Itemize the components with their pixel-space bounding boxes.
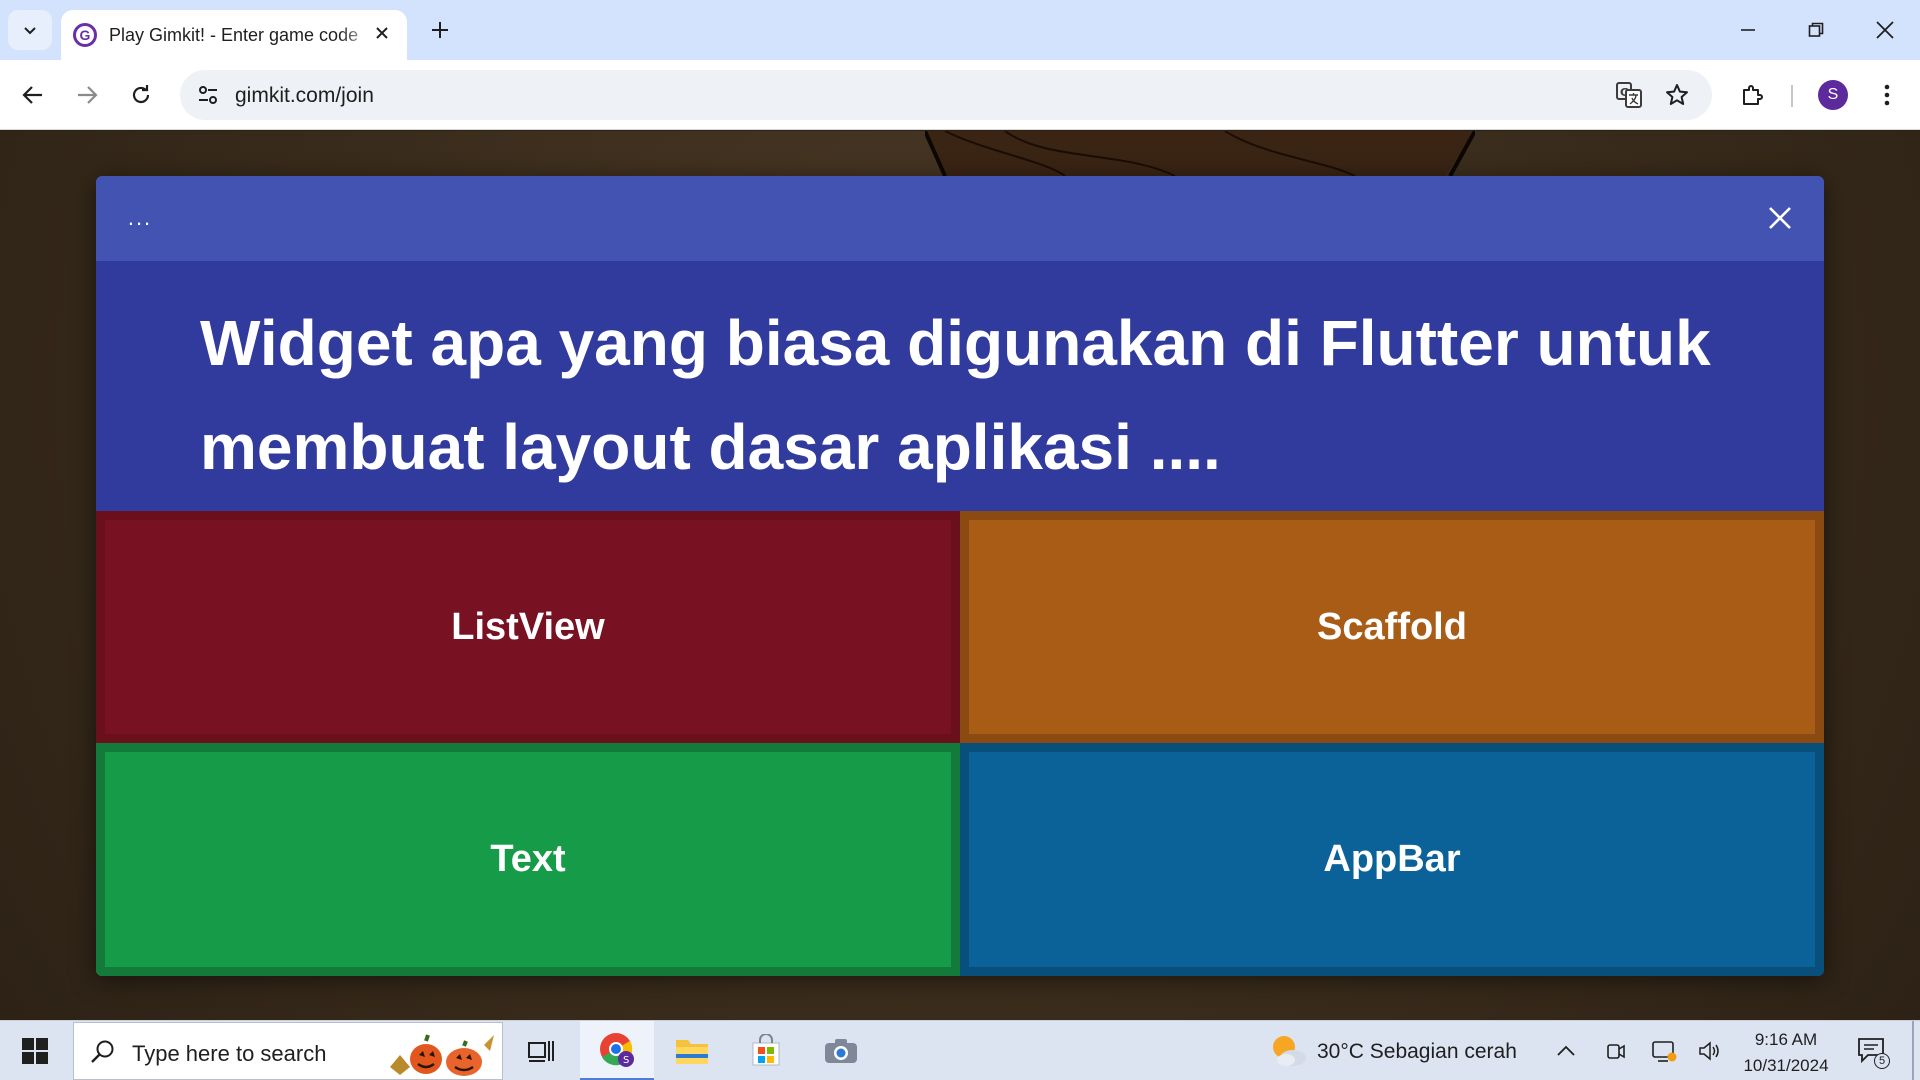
tray-overflow-button[interactable] — [1552, 1037, 1580, 1065]
translate-button[interactable]: G — [1614, 80, 1644, 110]
clock-date: 10/31/2024 — [1743, 1056, 1829, 1075]
folder-icon — [676, 1040, 708, 1064]
taskbar-chrome[interactable]: S — [580, 1021, 654, 1080]
store-icon — [752, 1034, 780, 1066]
arrow-left-icon — [22, 86, 42, 104]
tab-search-button[interactable] — [8, 10, 52, 50]
start-button[interactable] — [0, 1021, 70, 1080]
restore-button[interactable] — [1786, 8, 1846, 52]
modal-close-button[interactable] — [1760, 198, 1800, 238]
tray-meet-button[interactable] — [1602, 1037, 1630, 1065]
minimize-icon — [1741, 29, 1755, 31]
star-icon — [1666, 84, 1688, 105]
gimkit-favicon-icon: G — [73, 23, 97, 47]
tab-title: Play Gimkit! - Enter game code — [109, 24, 359, 45]
search-icon — [91, 1040, 114, 1063]
taskbar-file-explorer[interactable] — [655, 1021, 729, 1080]
taskbar-microsoft-store[interactable] — [729, 1021, 803, 1080]
reload-icon — [132, 85, 150, 104]
browser-toolbar: gimkit.com/join G S — [0, 60, 1920, 130]
extensions-button[interactable] — [1734, 76, 1772, 114]
site-info-button[interactable] — [194, 81, 222, 109]
video-call-icon — [1607, 1044, 1625, 1059]
address-bar[interactable]: gimkit.com/join G — [180, 70, 1712, 120]
tab-strip: G Play Gimkit! - Enter game code — [0, 0, 1920, 60]
close-icon — [1769, 207, 1791, 229]
puzzle-icon — [1743, 85, 1763, 105]
answer-option-scaffold[interactable]: Scaffold — [960, 511, 1824, 743]
background-decoration — [925, 131, 1475, 177]
reload-button[interactable] — [120, 74, 162, 116]
window-close-button[interactable] — [1855, 8, 1915, 52]
answer-option-text[interactable]: Text — [96, 743, 960, 976]
camera-icon — [825, 1039, 857, 1063]
browser-menu-button[interactable] — [1868, 76, 1906, 114]
bookmark-button[interactable] — [1662, 80, 1692, 110]
tray-network-button[interactable] — [1650, 1037, 1678, 1065]
network-icon — [1652, 1041, 1677, 1062]
question-area: Widget apa yang biasa digunakan di Flutt… — [96, 261, 1824, 511]
weather-partly-sunny-icon — [1273, 1036, 1306, 1066]
profile-avatar[interactable]: S — [1818, 80, 1848, 110]
new-tab-button[interactable] — [424, 14, 456, 46]
answer-option-appbar[interactable]: AppBar — [960, 743, 1824, 976]
taskbar-clock[interactable]: 9:16 AM 10/31/2024 — [1734, 1027, 1838, 1079]
answer-label: AppBar — [1323, 838, 1461, 880]
taskbar-search-box[interactable]: Type here to search — [73, 1022, 503, 1080]
chevron-up-icon — [1557, 1045, 1575, 1056]
chevron-down-icon — [24, 27, 36, 35]
tune-icon — [199, 86, 217, 104]
answer-label: Scaffold — [1317, 605, 1467, 648]
modal-header: ... — [96, 176, 1824, 261]
question-modal: ... Widget apa yang biasa digunakan di F… — [96, 176, 1824, 976]
toolbar-divider — [1791, 85, 1793, 107]
pumpkin-icon — [390, 1034, 494, 1076]
url-text: gimkit.com/join — [235, 84, 374, 107]
weather-text[interactable]: 30°C Sebagian cerah — [1317, 1040, 1517, 1064]
answer-label: ListView — [451, 605, 605, 648]
plus-icon — [432, 22, 448, 38]
answer-label: Text — [490, 838, 566, 880]
windows-logo-icon — [22, 1038, 48, 1064]
chrome-icon: S — [600, 1032, 634, 1067]
more-vertical-icon — [1884, 84, 1890, 106]
close-icon — [376, 27, 388, 39]
volume-icon — [1699, 1041, 1719, 1061]
task-view-button[interactable] — [504, 1021, 578, 1080]
show-desktop-button[interactable] — [1912, 1021, 1914, 1080]
task-view-icon — [528, 1041, 554, 1062]
tab-close-button[interactable] — [371, 22, 393, 44]
taskbar-camera[interactable] — [804, 1021, 878, 1080]
translate-icon: G — [1616, 82, 1642, 108]
answer-option-listview[interactable]: ListView — [96, 511, 960, 743]
svg-text:S: S — [623, 1055, 629, 1066]
minimize-button[interactable] — [1718, 8, 1778, 52]
tab-gimkit[interactable]: G Play Gimkit! - Enter game code — [61, 10, 407, 60]
notification-center-button[interactable]: 5 — [1856, 1035, 1890, 1069]
close-icon — [1876, 21, 1894, 39]
back-button[interactable] — [12, 74, 54, 116]
restore-icon — [1808, 22, 1824, 37]
arrow-right-icon — [78, 86, 98, 104]
forward-button[interactable] — [66, 74, 108, 116]
notification-count-badge: 5 — [1874, 1053, 1890, 1069]
clock-time: 9:16 AM — [1754, 1030, 1818, 1049]
search-placeholder: Type here to search — [132, 1041, 327, 1066]
question-text: Widget apa yang biasa digunakan di Flutt… — [200, 307, 1711, 483]
windows-taskbar: Type here to search S 30°C Sebagian cera… — [0, 1020, 1920, 1080]
modal-menu-button[interactable]: ... — [120, 200, 160, 236]
tray-volume-button[interactable] — [1696, 1037, 1724, 1065]
